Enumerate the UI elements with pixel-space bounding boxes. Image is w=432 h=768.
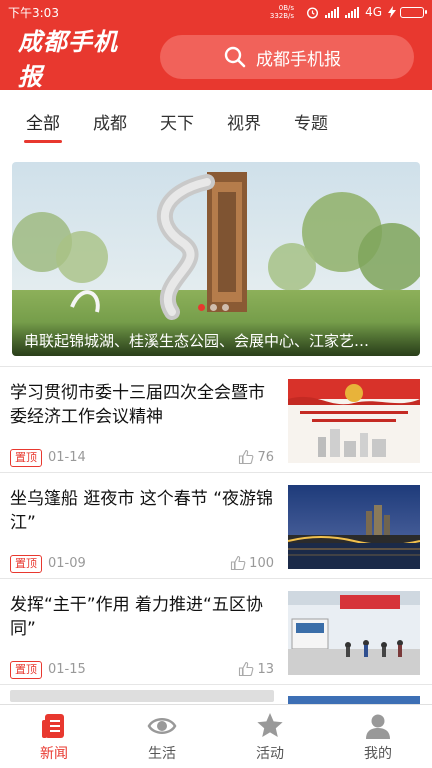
nav-mine[interactable]: 我的: [324, 705, 432, 768]
rate-up: 0B/s: [278, 4, 295, 12]
like-count[interactable]: 13: [238, 661, 274, 677]
app-header: 成都手机报 成都手机报: [0, 24, 432, 91]
news-date: 01-14: [48, 450, 86, 465]
carousel-indicator: [198, 304, 229, 311]
tab-all[interactable]: 全部: [24, 103, 62, 143]
news-date: 01-15: [48, 662, 86, 677]
search-placeholder: 成都手机报: [256, 49, 341, 70]
signal-icon-2: [345, 6, 360, 18]
signal-icon: [325, 6, 340, 18]
pinned-badge: 置顶: [10, 449, 42, 467]
news-title: 学习贯彻市委十三届四次全会暨市委经济工作会议精神: [10, 383, 265, 427]
nav-news-label: 新闻: [40, 745, 68, 762]
battery-icon: [400, 6, 427, 18]
pinned-badge: 置顶: [10, 661, 42, 679]
alarm-icon: [307, 6, 319, 19]
search-icon: [224, 46, 246, 68]
tab-chengdu[interactable]: 成都: [93, 103, 127, 140]
news-item-partial[interactable]: [10, 690, 274, 704]
tab-world[interactable]: 天下: [160, 103, 194, 140]
network-rates: 0B/s 332B/s: [270, 4, 294, 20]
pinned-badge: 置顶: [10, 555, 42, 573]
divider: [0, 684, 432, 685]
user-icon: [366, 714, 390, 739]
nav-life[interactable]: 生活: [108, 705, 216, 768]
news-title: 发挥“主干”作用 着力推进“五区协同”: [10, 595, 263, 639]
nav-activities[interactable]: 活动: [216, 705, 324, 768]
rate-down: 332B/s: [269, 12, 295, 20]
news-thumbnail: [288, 485, 420, 569]
banner-caption: 串联起锦城湖、桂溪生态公园、会展中心、江家艺…: [12, 322, 420, 356]
tab-topics[interactable]: 专题: [294, 103, 328, 140]
network-type: 4G: [365, 5, 382, 19]
thumbs-up-icon: [239, 449, 254, 465]
news-title-partial: [10, 690, 274, 702]
like-count[interactable]: 76: [238, 449, 274, 465]
news-date: 01-09: [48, 556, 86, 571]
thumbs-up-icon: [231, 555, 246, 571]
news-thumbnail: [288, 591, 420, 675]
bottom-nav: 新闻 生活 活动 我的: [0, 704, 432, 768]
nav-life-label: 生活: [148, 745, 176, 762]
star-icon: [257, 712, 283, 737]
search-bar[interactable]: 成都手机报: [160, 35, 414, 79]
thumbs-up-icon: [239, 661, 254, 677]
nav-news[interactable]: 新闻: [0, 705, 108, 768]
like-count[interactable]: 100: [230, 555, 274, 571]
news-icon: [42, 713, 64, 738]
news-title: 坐乌篷船 逛夜市 这个春节 “夜游锦江”: [10, 489, 274, 533]
nav-activities-label: 活动: [256, 745, 284, 762]
charging-icon: [388, 6, 396, 18]
category-tabs: 全部 成都 天下 视界 专题: [0, 90, 432, 152]
like-count-value: 100: [249, 555, 274, 571]
like-count-value: 76: [257, 449, 274, 465]
status-bar: 下午3:03 0B/s 332B/s 4G: [0, 0, 432, 24]
tab-vision[interactable]: 视界: [227, 103, 261, 140]
news-feed[interactable]: 串联起锦城湖、桂溪生态公园、会展中心、江家艺… 学习贯彻市委十三届四次全会暨市委…: [0, 152, 432, 704]
news-item[interactable]: 学习贯彻市委十三届四次全会暨市委经济工作会议精神 置顶 01-14 76: [0, 367, 432, 471]
nav-mine-label: 我的: [364, 745, 392, 762]
news-thumbnail: [288, 379, 420, 463]
like-count-value: 13: [257, 661, 274, 677]
banner-carousel[interactable]: 串联起锦城湖、桂溪生态公园、会展中心、江家艺…: [12, 162, 420, 356]
news-item[interactable]: 发挥“主干”作用 着力推进“五区协同” 置顶 01-15 13: [0, 579, 432, 683]
status-time: 下午3:03: [8, 5, 59, 20]
news-thumbnail-partial: [288, 696, 420, 704]
news-item[interactable]: 坐乌篷船 逛夜市 这个春节 “夜游锦江” 置顶 01-09 100: [0, 473, 432, 577]
app-logo: 成都手机报: [18, 28, 118, 91]
eye-icon: [147, 717, 177, 734]
